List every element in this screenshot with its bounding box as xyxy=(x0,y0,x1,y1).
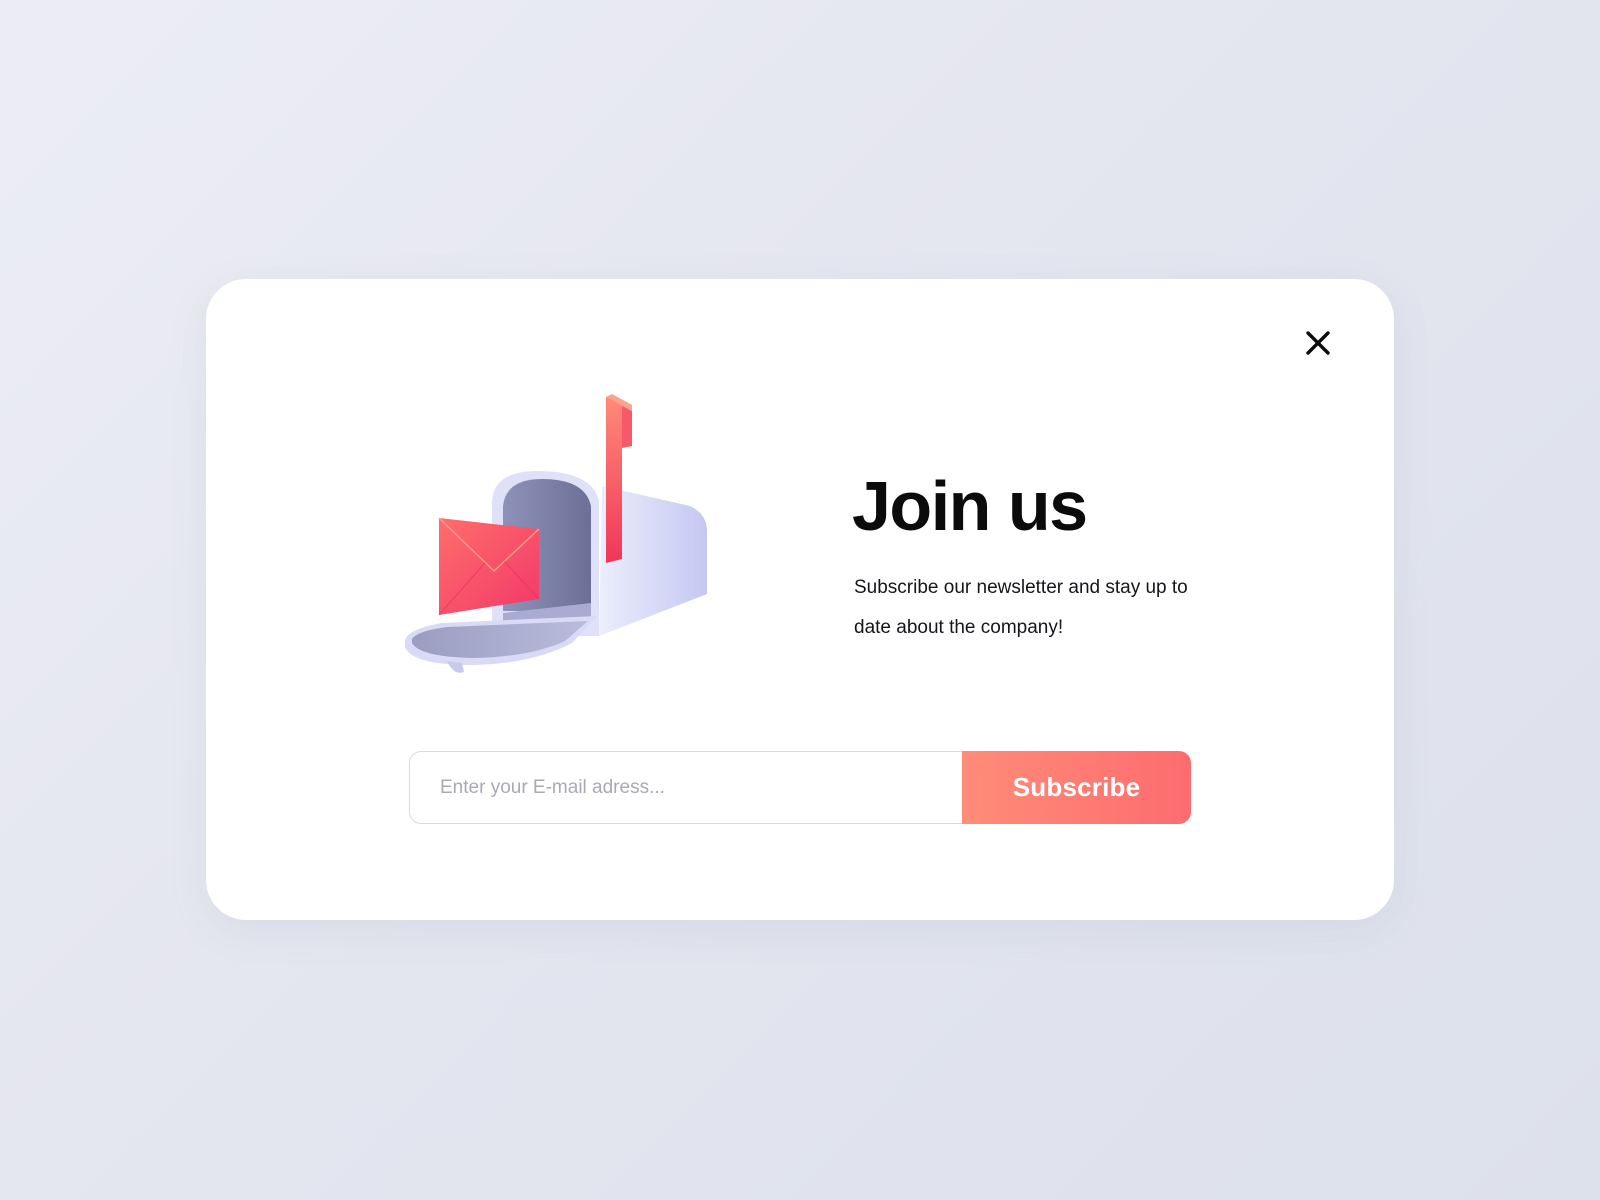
email-input[interactable] xyxy=(409,751,962,824)
close-icon[interactable] xyxy=(1302,327,1334,359)
close-button[interactable] xyxy=(1302,327,1334,359)
newsletter-modal: Join us Subscribe our newsletter and sta… xyxy=(206,279,1394,920)
subscribe-button[interactable]: Subscribe xyxy=(962,751,1191,824)
mailbox-illustration xyxy=(402,391,722,681)
mailbox-icon xyxy=(405,394,707,673)
page-title: Join us xyxy=(852,467,1088,545)
subscribe-form: Subscribe xyxy=(409,751,1191,824)
envelope-icon xyxy=(438,517,540,616)
subtitle-text: Subscribe our newsletter and stay up to … xyxy=(854,577,1188,638)
